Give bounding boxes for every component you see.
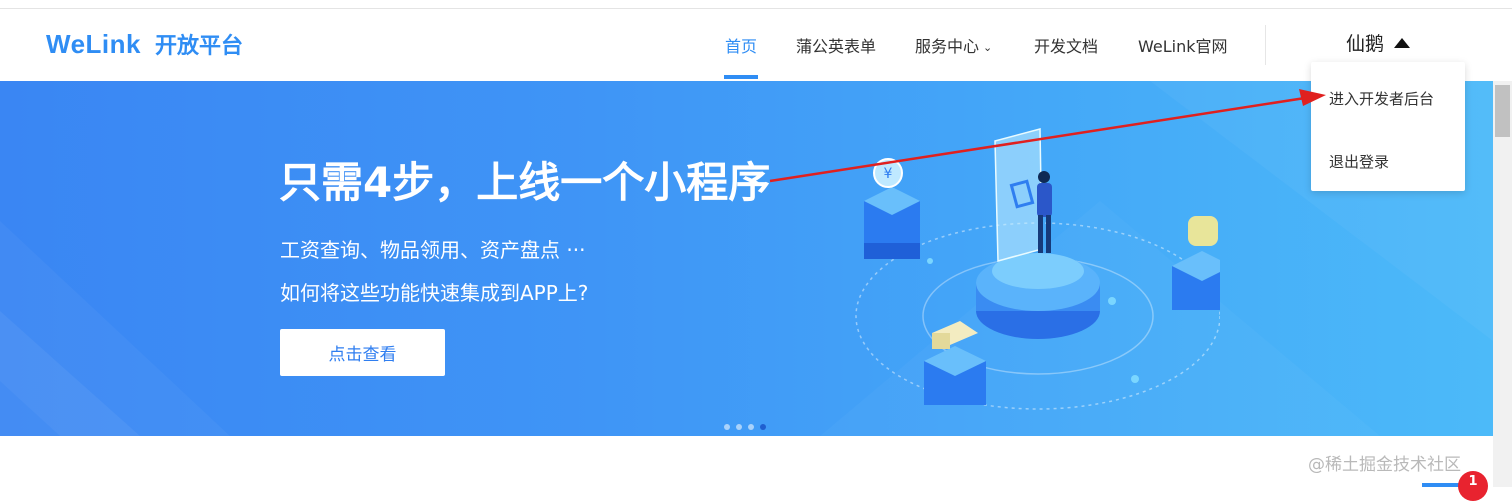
logo[interactable]: WeLink 开放平台 [46, 28, 243, 60]
logo-subtitle: 开放平台 [154, 34, 243, 59]
hero-banner[interactable]: 只需4步，上线一个小程序 工资查询、物品领用、资产盘点 ··· 如何将这些功能快… [0, 81, 1493, 436]
user-name: 仙鹅 [1346, 33, 1385, 55]
scrollbar-thumb[interactable] [1495, 85, 1510, 137]
logo-brand: WeLink [46, 28, 141, 59]
caret-up-icon [1394, 37, 1411, 48]
nav-dev-docs-label: 开发文档 [1034, 37, 1099, 56]
nav-dandelion-form[interactable]: 蒲公英表单 [796, 33, 876, 57]
nav-active-indicator [724, 75, 758, 79]
nav-dev-docs[interactable]: 开发文档 [1034, 33, 1098, 57]
notification-count: 1 [1468, 474, 1478, 489]
carousel-dot[interactable] [724, 424, 730, 430]
user-dropdown-menu: 进入开发者后台 退出登录 [1311, 62, 1465, 191]
nav-dandelion-form-label: 蒲公英表单 [796, 37, 877, 56]
floating-button-edge[interactable] [1422, 483, 1462, 487]
menu-item-logout-label: 退出登录 [1329, 153, 1390, 171]
nav-service-center[interactable]: 服务中心 ⌄ [915, 33, 992, 57]
notification-badge[interactable]: 1 [1458, 471, 1488, 501]
mini-program-illustration: ¥ [855, 128, 1220, 410]
header: WeLink 开放平台 首页 蒲公英表单 服务中心 ⌄ 开发文档 WeLink官网… [0, 9, 1512, 81]
carousel-dot[interactable] [736, 424, 742, 430]
chevron-down-icon: ⌄ [983, 41, 993, 54]
banner-subtitle-1: 工资查询、物品领用、资产盘点 ··· [280, 238, 586, 262]
header-divider [1265, 25, 1266, 65]
banner-subtitle-2: 如何将这些功能快速集成到APP上? [280, 281, 589, 305]
view-details-button[interactable]: 点击查看 [280, 329, 445, 376]
page-scrollbar[interactable] [1493, 81, 1512, 487]
banner-headline: 只需4步，上线一个小程序 [279, 158, 771, 207]
carousel-dot-active[interactable] [760, 424, 766, 430]
user-menu-toggle[interactable]: 仙鹅 [1346, 29, 1411, 56]
nav-home-label: 首页 [725, 37, 758, 56]
banner-background-shapes [0, 81, 1493, 436]
nav-welink-site[interactable]: WeLink官网 [1138, 33, 1228, 57]
nav-home[interactable]: 首页 [725, 33, 757, 57]
carousel-dot[interactable] [748, 424, 754, 430]
carousel-dots [724, 424, 766, 430]
nav-service-center-label: 服务中心 [915, 37, 980, 56]
view-details-label: 点击查看 [328, 345, 397, 365]
watermark-text: @稀土掘金技术社区 [1308, 455, 1461, 475]
svg-text:¥: ¥ [884, 166, 893, 182]
nav-welink-site-label: WeLink官网 [1138, 37, 1228, 56]
menu-item-developer-console[interactable]: 进入开发者后台 [1329, 88, 1434, 109]
menu-item-developer-console-label: 进入开发者后台 [1329, 90, 1435, 108]
menu-item-logout[interactable]: 退出登录 [1329, 151, 1389, 172]
